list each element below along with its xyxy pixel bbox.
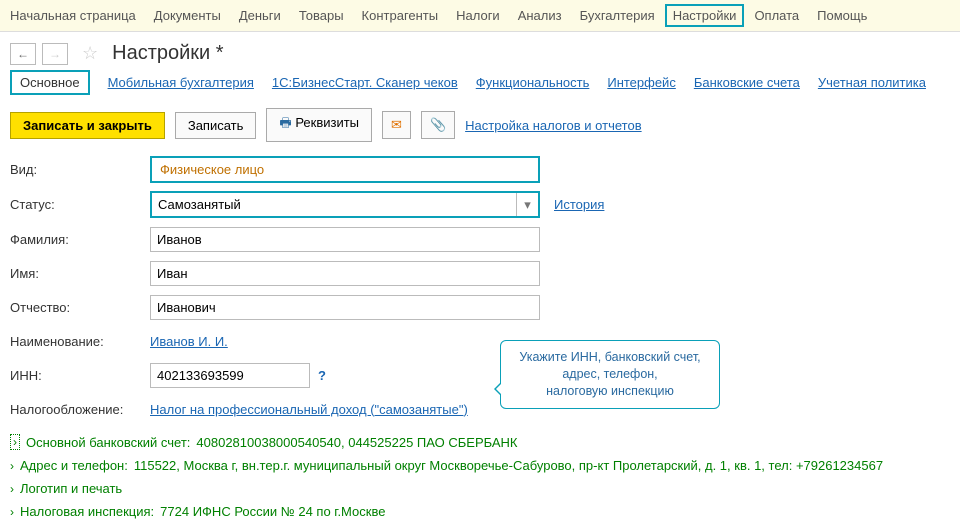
expander-address-value: 115522, Москва г, вн.тер.г. муниципальны… (134, 458, 883, 473)
tabs-row: Основное Мобильная бухгалтерия 1С:БизнесСт… (0, 71, 960, 102)
tab-2[interactable]: 1С:БизнесСтарт. Сканер чеков (272, 75, 458, 90)
inn-input[interactable] (150, 363, 310, 388)
topmenu-item-0[interactable]: Начальная страница (10, 8, 136, 23)
topmenu-item-1[interactable]: Документы (154, 8, 221, 23)
name-link[interactable]: Иванов И. И. (150, 334, 228, 349)
expander-bank-label: Основной банковский счет: (26, 435, 190, 450)
envelope-icon: ✉ (391, 117, 402, 132)
kind-value: Физическое лицо (150, 156, 540, 183)
save-button[interactable]: Записать (175, 112, 257, 139)
expander-bank[interactable]: › Основной банковский счет: 408028100380… (0, 430, 960, 454)
inn-help-icon[interactable]: ? (318, 368, 326, 383)
expander-address[interactable]: › Адрес и телефон: 115522, Москва г, вн.… (0, 454, 960, 477)
firstname-label: Имя: (10, 266, 150, 281)
topmenu-item-3[interactable]: Товары (299, 8, 344, 23)
chevron-down-icon: ▾ (524, 197, 531, 213)
expander-tax-office[interactable]: › Налоговая инспекция: 7724 ИФНС России … (0, 500, 960, 523)
expander-taxoffice-label: Налоговая инспекция: (20, 504, 154, 519)
lastname-label: Фамилия: (10, 232, 150, 247)
status-select[interactable]: ▾ (150, 191, 540, 218)
expander-address-label: Адрес и телефон: (20, 458, 128, 473)
topmenu-item-2[interactable]: Деньги (239, 8, 281, 23)
name-label: Наименование: (10, 334, 150, 349)
header-row: ← → ☆ Настройки * (0, 32, 960, 71)
save-close-button[interactable]: Записать и закрыть (10, 112, 165, 139)
favorite-star-icon[interactable]: ☆ (82, 43, 98, 64)
callout-line: Укажите ИНН, банковский счет, (511, 349, 709, 366)
expander-logo[interactable]: › Логотип и печать (0, 477, 960, 500)
toolbar: Записать и закрыть Записать 🖶 Реквизиты … (0, 102, 960, 156)
topmenu-item-6[interactable]: Анализ (518, 8, 562, 23)
expander-bank-value: 40802810038000540540, 044525225 ПАО СБЕР… (196, 435, 517, 450)
page-title: Настройки * (112, 42, 223, 65)
inn-label: ИНН: (10, 368, 150, 383)
chevron-right-icon[interactable]: › (10, 459, 14, 473)
chevron-right-icon[interactable]: › (10, 482, 14, 496)
tab-6[interactable]: Учетная политика (818, 75, 926, 90)
paperclip-icon: 📎 (430, 117, 446, 132)
topmenu-item-9[interactable]: Оплата (754, 8, 799, 23)
taxation-link[interactable]: Налог на профессиональный доход ("самоза… (150, 402, 468, 417)
taxation-label: Налогообложение: (10, 402, 150, 417)
tab-4[interactable]: Интерфейс (607, 75, 675, 90)
chevron-right-icon[interactable]: › (10, 505, 14, 519)
form: Вид: Физическое лицо Статус: ▾ История Ф… (0, 156, 960, 422)
kind-label: Вид: (10, 162, 150, 177)
attach-button[interactable]: 📎 (421, 111, 455, 139)
patronymic-input[interactable] (150, 295, 540, 320)
topmenu-item-7[interactable]: Бухгалтерия (580, 8, 655, 23)
callout-line: адрес, телефон, (511, 366, 709, 383)
status-label: Статус: (10, 197, 150, 212)
tab-5[interactable]: Банковские счета (694, 75, 800, 90)
tab-3[interactable]: Функциональность (476, 75, 590, 90)
lastname-input[interactable] (150, 227, 540, 252)
requisites-label: Реквизиты (295, 115, 359, 130)
nav-back-button[interactable]: ← (10, 43, 36, 65)
top-menu: Начальная страница Документы Деньги Товары К… (0, 0, 960, 32)
topmenu-item-10[interactable]: Помощь (817, 8, 867, 23)
topmenu-item-4[interactable]: Контрагенты (362, 8, 439, 23)
hint-callout: Укажите ИНН, банковский счет, адрес, тел… (500, 340, 720, 409)
requisites-button[interactable]: 🖶 Реквизиты (266, 108, 372, 142)
history-link[interactable]: История (554, 197, 604, 212)
callout-line: налоговую инспекцию (511, 383, 709, 400)
expander-taxoffice-value: 7724 ИФНС России № 24 по г.Москве (160, 504, 385, 519)
status-dropdown-button[interactable]: ▾ (516, 193, 538, 216)
topmenu-item-5[interactable]: Налоги (456, 8, 500, 23)
tax-settings-link[interactable]: Настройка налогов и отчетов (465, 118, 641, 133)
firstname-input[interactable] (150, 261, 540, 286)
mail-button[interactable]: ✉ (382, 111, 411, 139)
status-input[interactable] (152, 193, 516, 216)
nav-forward-button[interactable]: → (42, 43, 68, 65)
tab-0[interactable]: Основное (10, 70, 90, 95)
expander-logo-label: Логотип и печать (20, 481, 122, 496)
print-icon: 🖶 (279, 115, 291, 130)
tab-1[interactable]: Мобильная бухгалтерия (108, 75, 254, 90)
patronymic-label: Отчество: (10, 300, 150, 315)
chevron-right-icon[interactable]: › (10, 434, 20, 450)
topmenu-item-8[interactable]: Настройки (665, 4, 745, 27)
